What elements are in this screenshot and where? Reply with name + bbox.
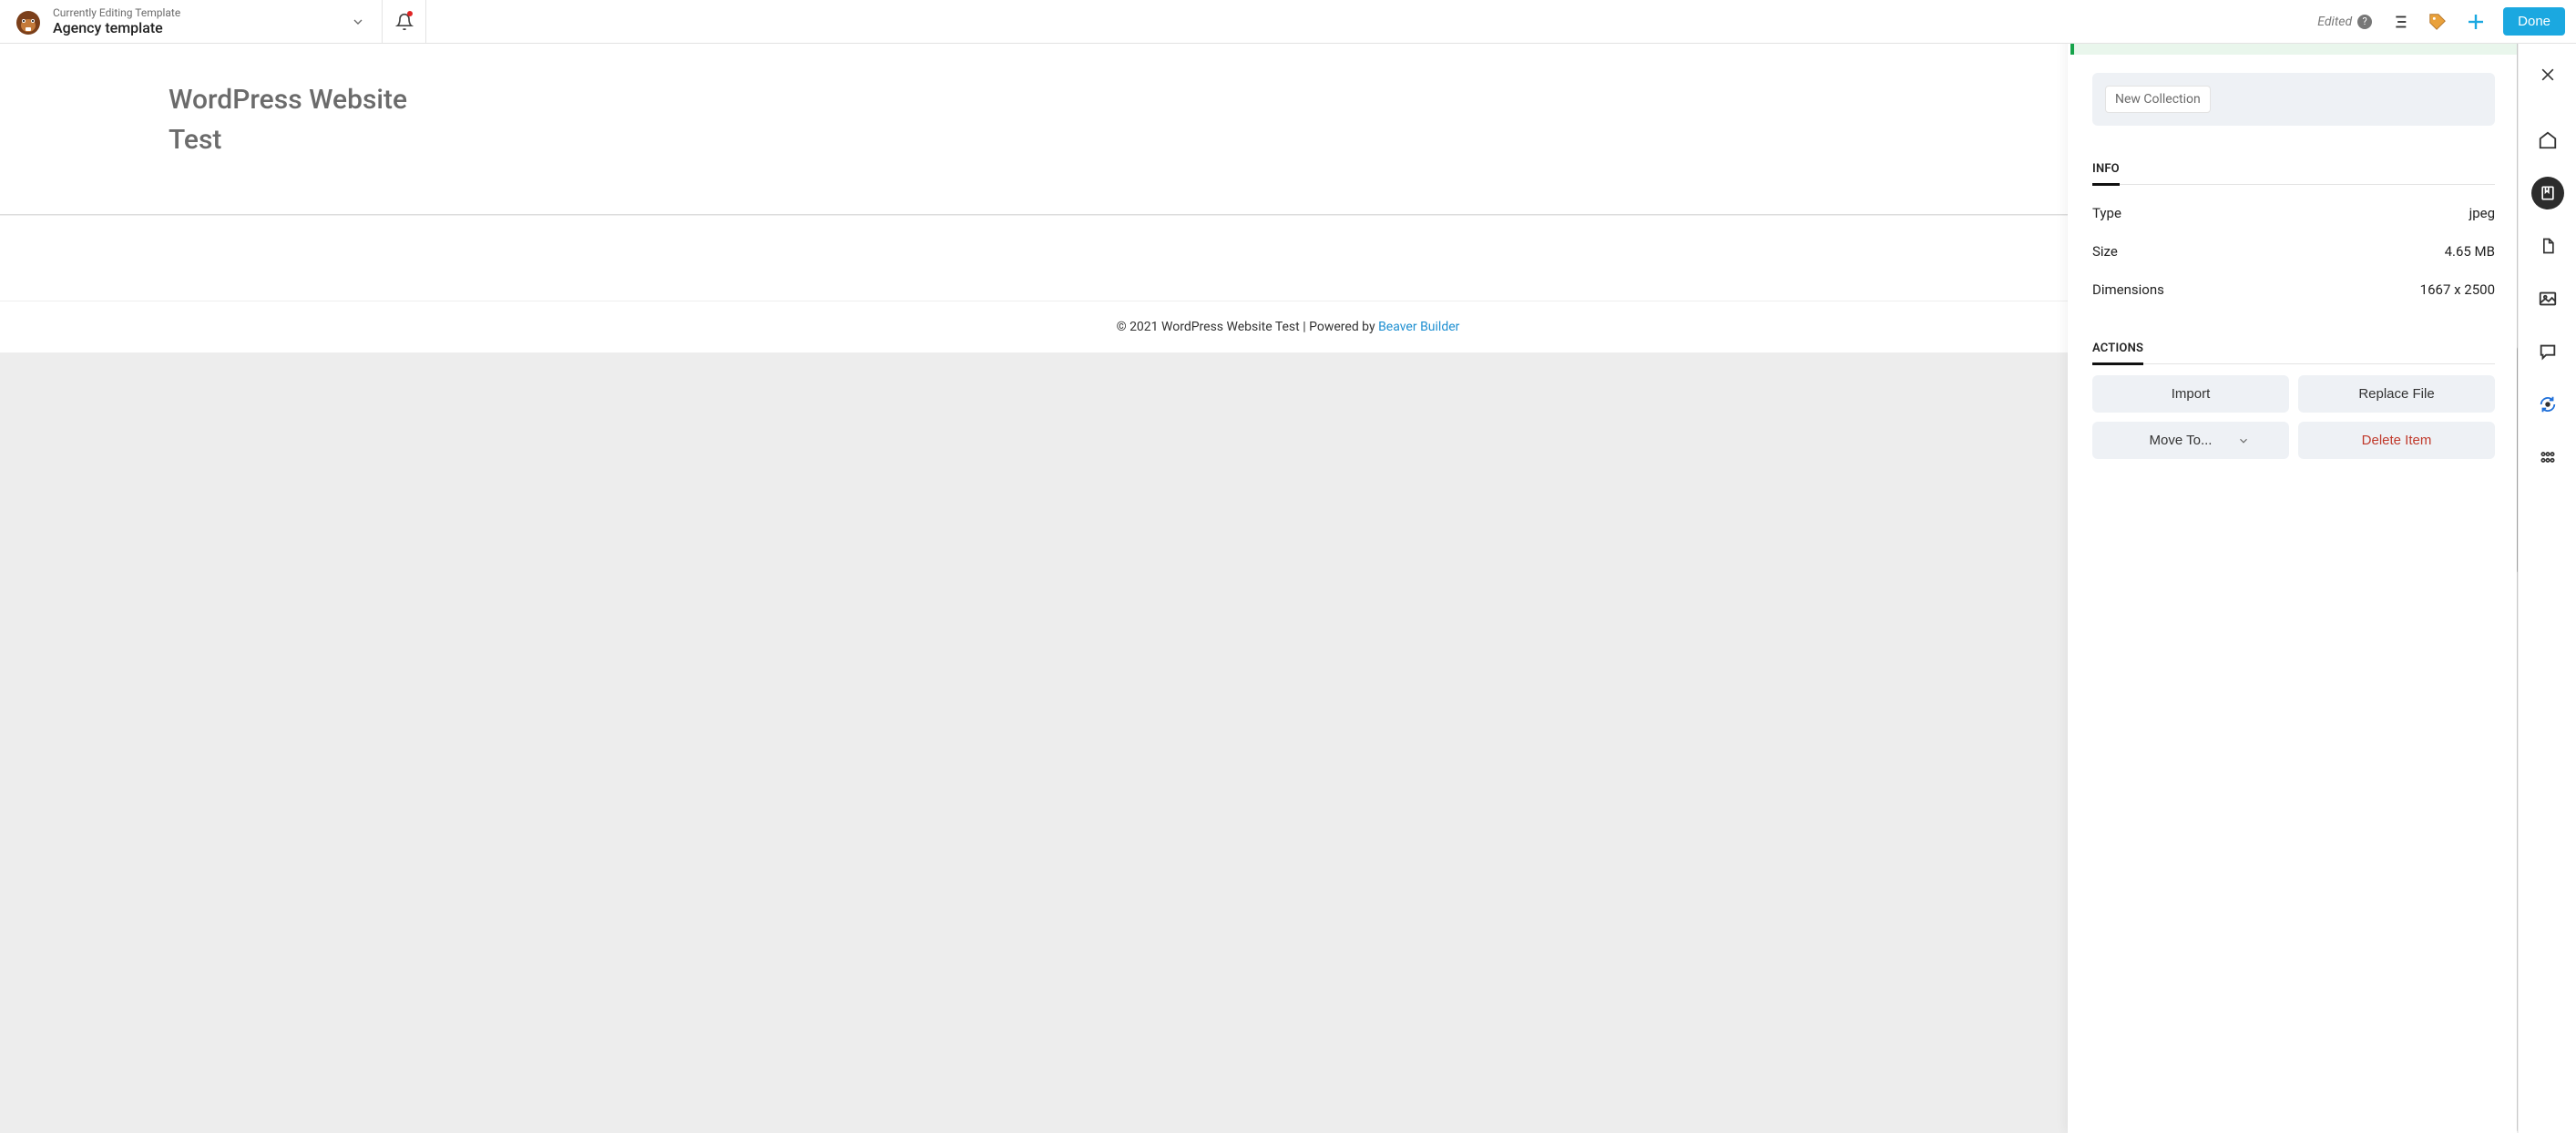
- add-button[interactable]: [2465, 11, 2487, 33]
- import-button[interactable]: Import: [2092, 375, 2289, 413]
- template-dropdown[interactable]: [347, 15, 369, 29]
- template-name: Agency template: [53, 19, 338, 36]
- library-icon[interactable]: [2531, 177, 2564, 209]
- collections-box: New Collection: [2092, 73, 2495, 126]
- delete-item-button[interactable]: Delete Item: [2298, 422, 2495, 459]
- edited-status: Edited ?: [2317, 15, 2372, 29]
- sidebar-rail: [2518, 44, 2576, 1133]
- move-to-button[interactable]: Move To...: [2092, 422, 2289, 459]
- home-icon[interactable]: [2531, 124, 2564, 157]
- document-icon[interactable]: [2531, 230, 2564, 262]
- info-row-dimensions: Dimensions 1667 x 2500: [2092, 270, 2495, 309]
- topbar-title-block: Currently Editing Template Agency templa…: [0, 0, 383, 43]
- chevron-down-icon: [2237, 434, 2250, 447]
- info-section-header: INFO: [2092, 153, 2120, 186]
- beaver-logo-icon: [13, 6, 44, 37]
- info-row-type: Type jpeg: [2092, 194, 2495, 232]
- info-row-size: Size 4.65 MB: [2092, 232, 2495, 270]
- sync-icon[interactable]: [2531, 388, 2564, 421]
- topbar: Currently Editing Template Agency templa…: [0, 0, 2576, 44]
- tag-icon[interactable]: [2427, 11, 2448, 33]
- image-icon[interactable]: [2531, 282, 2564, 315]
- replace-file-button[interactable]: Replace File: [2298, 375, 2495, 413]
- notifications-dot-icon: [407, 11, 413, 16]
- close-panel-button[interactable]: [2531, 58, 2564, 91]
- actions-section-header: ACTIONS: [2092, 332, 2143, 365]
- outline-icon[interactable]: [2388, 11, 2410, 33]
- collection-chip[interactable]: New Collection: [2105, 86, 2211, 113]
- help-icon[interactable]: ?: [2357, 15, 2372, 29]
- notifications-button[interactable]: [383, 0, 426, 43]
- chat-icon[interactable]: [2531, 335, 2564, 368]
- details-panel: Item imported! New Collection INFO Type …: [2068, 0, 2518, 1133]
- done-button[interactable]: Done: [2503, 7, 2565, 36]
- footer-link[interactable]: Beaver Builder: [1378, 320, 1459, 334]
- apps-icon[interactable]: [2531, 441, 2564, 474]
- editing-label: Currently Editing Template: [53, 6, 338, 19]
